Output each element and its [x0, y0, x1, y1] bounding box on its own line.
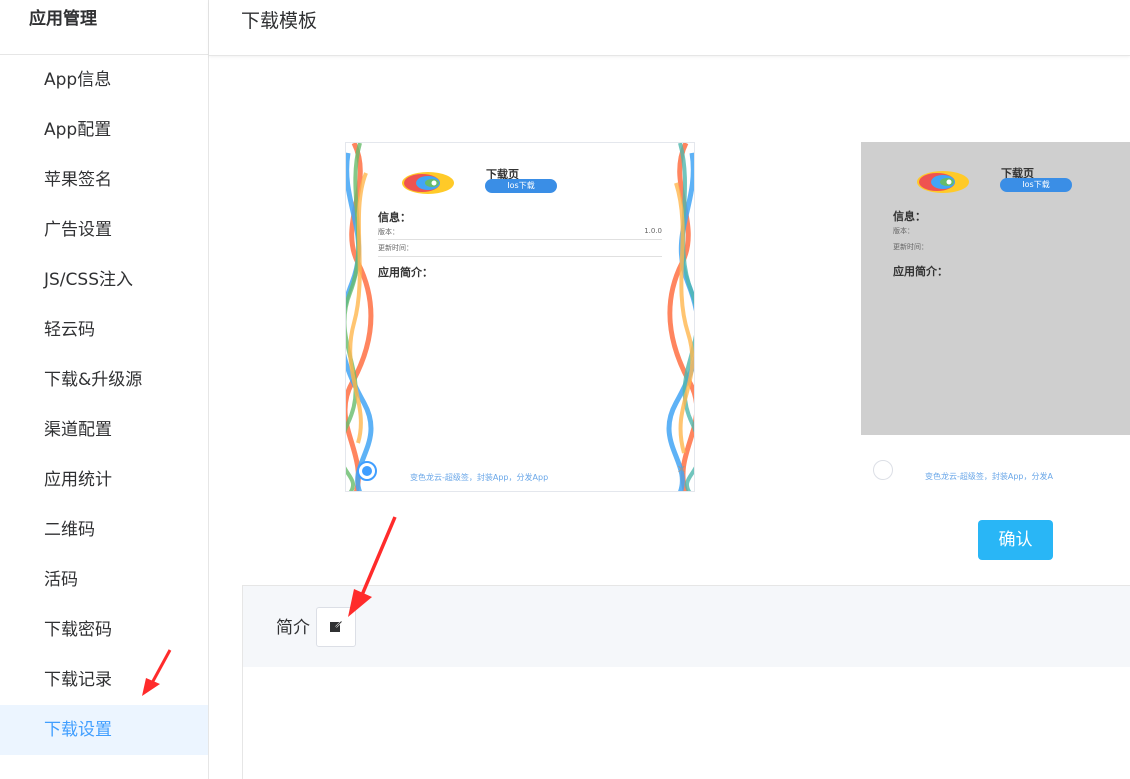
- sidebar-item-download-upgrade[interactable]: 下载&升级源: [0, 355, 208, 405]
- sidebar-item-js-css[interactable]: JS/CSS注入: [0, 255, 208, 305]
- template-ios-download-button: Ios下载: [485, 179, 557, 193]
- template-version-label: 版本：: [378, 228, 399, 236]
- template-info-title: 信息：: [378, 211, 411, 224]
- template-info-title: 信息：: [893, 210, 926, 223]
- sidebar-item-download-settings[interactable]: 下载设置: [0, 705, 208, 755]
- sidebar-title: 应用管理: [0, 0, 208, 55]
- sidebar-item-download-password[interactable]: 下载密码: [0, 605, 208, 655]
- template-card-1[interactable]: 下载页 Ios下载 信息： 版本： 1.0.0 更新时间： 应用简介： 变色龙云…: [345, 142, 695, 492]
- template-footer: 变色龙云-超级签，封装App，分发App: [410, 473, 549, 482]
- template-divider: [378, 239, 662, 240]
- confirm-button[interactable]: 确认: [978, 520, 1053, 560]
- sidebar-item-channel-config[interactable]: 渠道配置: [0, 405, 208, 455]
- sidebar-item-app-info[interactable]: App信息: [0, 55, 208, 105]
- intro-label: 简介: [276, 618, 310, 638]
- template-version-value: 1.0.0: [644, 227, 662, 235]
- sidebar-item-apple-sign[interactable]: 苹果签名: [0, 155, 208, 205]
- intro-toolbar: 简介: [243, 586, 1130, 667]
- edit-icon: [330, 620, 343, 632]
- template-footer-bar: [861, 435, 1130, 492]
- edit-button[interactable]: [316, 607, 356, 647]
- intro-panel: 简介: [242, 585, 1130, 779]
- sidebar-item-app-config[interactable]: App配置: [0, 105, 208, 155]
- sidebar-item-ad-settings[interactable]: 广告设置: [0, 205, 208, 255]
- page-header: 下载模板: [209, 0, 1130, 56]
- sidebar-item-download-records[interactable]: 下载记录: [0, 655, 208, 705]
- sidebar-item-app-stats[interactable]: 应用统计: [0, 455, 208, 505]
- template-radio-2[interactable]: [873, 460, 893, 480]
- sidebar-menu: App信息 App配置 苹果签名 广告设置 JS/CSS注入 轻云码 下载&升级…: [0, 55, 208, 755]
- template-intro-title: 应用简介：: [378, 266, 433, 279]
- page-title: 下载模板: [241, 10, 318, 32]
- sidebar-item-live-code[interactable]: 活码: [0, 555, 208, 605]
- sidebar: 应用管理 App信息 App配置 苹果签名 广告设置 JS/CSS注入 轻云码 …: [0, 0, 209, 779]
- template-ios-download-button: Ios下载: [1000, 178, 1072, 192]
- app-logo-icon: [917, 171, 969, 193]
- template-divider: [378, 256, 662, 257]
- template-version-label: 版本：: [893, 227, 914, 235]
- template-footer: 变色龙云-超级签，封装App，分发A: [925, 472, 1053, 481]
- close-icon: ✕: [676, 463, 686, 476]
- template-update-label: 更新时间：: [378, 244, 413, 252]
- template-update-label: 更新时间：: [893, 243, 928, 251]
- template-card-2[interactable]: 下载页 Ios下载 信息： 版本： 更新时间： 应用简介： 变色龙云-超级签，封…: [861, 142, 1130, 492]
- sidebar-item-light-cloud-code[interactable]: 轻云码: [0, 305, 208, 355]
- sidebar-item-qrcode[interactable]: 二维码: [0, 505, 208, 555]
- app-logo-icon: [402, 172, 454, 194]
- template-intro-title: 应用简介：: [893, 265, 948, 278]
- template-radio-1[interactable]: [357, 461, 377, 481]
